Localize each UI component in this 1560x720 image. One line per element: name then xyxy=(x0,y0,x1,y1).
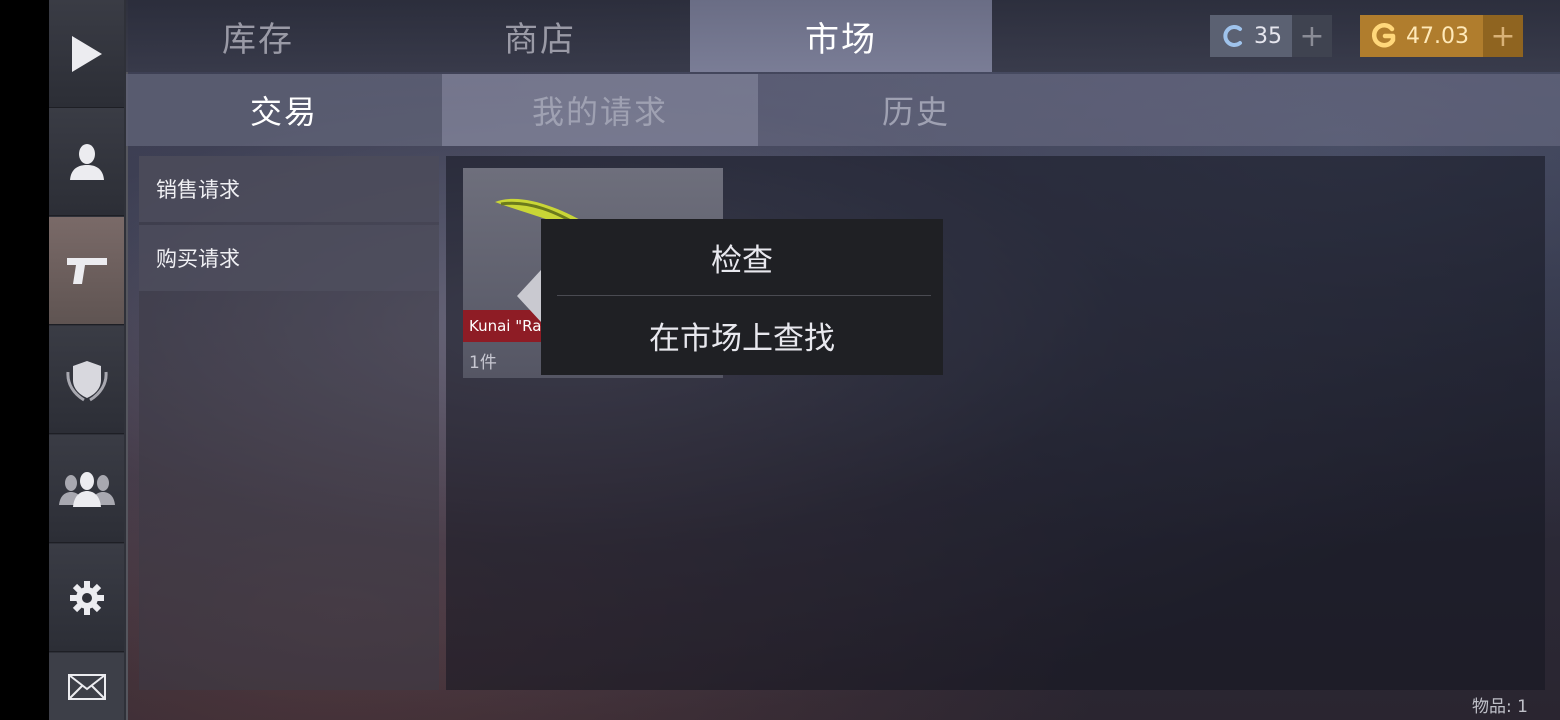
mail-icon xyxy=(67,673,106,700)
gold-value: 47.03 xyxy=(1406,23,1469,49)
find-on-market-menu-item[interactable]: 在市场上查找 xyxy=(541,297,943,373)
context-menu-pointer xyxy=(517,270,541,322)
item-quantity-label: 1件 xyxy=(469,353,497,373)
tab-store[interactable]: 商店 xyxy=(408,0,672,72)
item-count-label: 物品: 1 xyxy=(1472,697,1528,717)
play-button[interactable] xyxy=(49,0,124,108)
credits-icon xyxy=(1223,25,1242,47)
context-menu-divider xyxy=(557,295,931,296)
top-tab-bar: 库存 商店 市场 35 + 47.03 + xyxy=(126,0,1560,72)
sidebar xyxy=(49,0,128,720)
context-menu: 检查 在市场上查找 xyxy=(541,219,943,375)
inspect-menu-item[interactable]: 检查 xyxy=(541,219,943,295)
settings-button[interactable] xyxy=(49,544,124,652)
friends-icon xyxy=(58,471,115,507)
tab-my-requests[interactable]: 我的请求 xyxy=(442,74,758,146)
gold-icon xyxy=(1371,23,1396,48)
mail-button[interactable] xyxy=(49,653,124,720)
credits-value: 35 xyxy=(1254,23,1282,49)
tab-inventory[interactable]: 库存 xyxy=(126,0,390,72)
request-type-list: 销售请求 购买请求 xyxy=(139,156,439,690)
list-item-sell-requests[interactable]: 销售请求 xyxy=(139,156,439,222)
add-gold-button[interactable]: + xyxy=(1482,15,1523,57)
app-root: 库存 商店 市场 35 + 47.03 + 交易 我的请求 历史 销售请求 购买… xyxy=(0,0,1560,720)
profile-button[interactable] xyxy=(49,108,124,216)
gold-display: 47.03 xyxy=(1360,15,1483,57)
play-icon xyxy=(71,35,102,72)
sub-tab-bar: 交易 我的请求 历史 xyxy=(126,74,1560,146)
tab-trade[interactable]: 交易 xyxy=(126,74,442,146)
weapons-button[interactable] xyxy=(49,217,124,325)
tab-market[interactable]: 市场 xyxy=(690,0,992,72)
add-credits-button[interactable]: + xyxy=(1292,15,1332,57)
pistol-icon xyxy=(66,257,107,284)
settings-gear-icon xyxy=(69,580,104,615)
friends-button[interactable] xyxy=(49,435,124,543)
credits-balance: 35 + xyxy=(1210,15,1332,57)
profile-icon xyxy=(69,143,104,180)
gold-balance: 47.03 + xyxy=(1360,15,1523,57)
clan-shield-icon xyxy=(65,360,108,401)
tab-history[interactable]: 历史 xyxy=(758,74,1074,146)
list-item-buy-requests[interactable]: 购买请求 xyxy=(139,225,439,291)
clan-button[interactable] xyxy=(49,326,124,434)
credits-display: 35 xyxy=(1210,15,1292,57)
